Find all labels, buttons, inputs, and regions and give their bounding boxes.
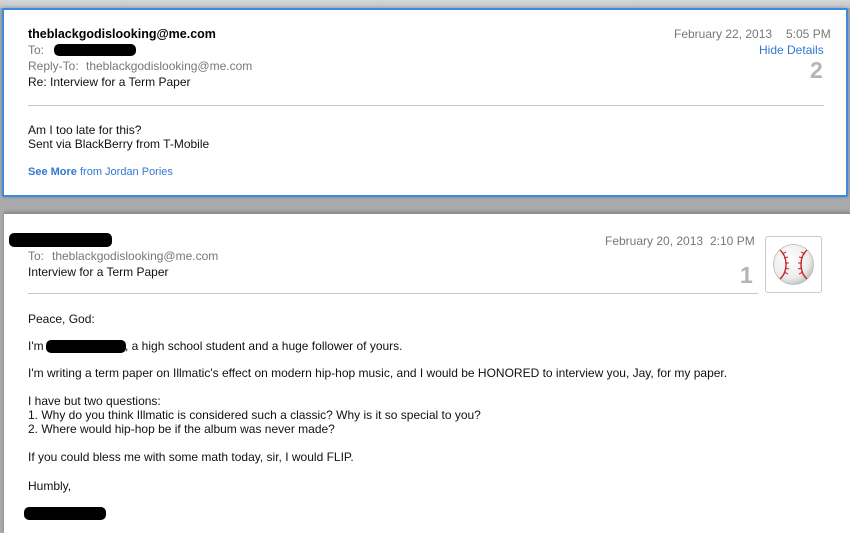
message-number: 1 bbox=[740, 262, 753, 288]
sender-address[interactable]: theblackgodislooking@me.com bbox=[28, 27, 216, 42]
intro-prefix: I'm bbox=[28, 339, 44, 353]
intro-suffix: , a high school student and a huge follo… bbox=[125, 339, 403, 353]
to-label: To: bbox=[28, 249, 45, 263]
redacted-sender bbox=[9, 233, 112, 247]
reply-to-address[interactable]: theblackgodislooking@me.com bbox=[86, 59, 252, 74]
reply-to-label: Reply-To: bbox=[28, 59, 79, 73]
message-card-reply[interactable]: theblackgodislooking@me.com To: Reply-To… bbox=[2, 8, 848, 197]
message-subject: Re: Interview for a Term Paper bbox=[28, 75, 191, 89]
header-divider bbox=[28, 293, 758, 294]
see-more-source[interactable]: from Jordan Pories bbox=[80, 166, 173, 178]
message-date: February 22, 2013 bbox=[674, 27, 773, 41]
baseball-icon bbox=[773, 244, 814, 285]
to-label: To: bbox=[28, 43, 45, 57]
message-card-original[interactable]: To: theblackgodislooking@me.com Intervie… bbox=[4, 213, 850, 533]
message-time: 2:10 PM bbox=[710, 234, 755, 248]
paragraph: I'm writing a term paper on Illmatic's e… bbox=[28, 366, 728, 380]
sender-avatar[interactable] bbox=[765, 236, 822, 293]
question-1: 1. Why do you think Illmatic is consider… bbox=[28, 408, 481, 422]
message-date: February 20, 2013 bbox=[605, 234, 704, 248]
see-more-label[interactable]: See More bbox=[28, 166, 77, 178]
question-2: 2. Where would hip-hop be if the album w… bbox=[28, 422, 335, 436]
body-line: Am I too late for this? bbox=[28, 123, 142, 137]
message-number: 2 bbox=[810, 57, 823, 83]
window-top-strip bbox=[0, 0, 850, 8]
redacted-signature bbox=[24, 507, 106, 520]
message-time: 5:05 PM bbox=[786, 27, 831, 41]
recipient-address[interactable]: theblackgodislooking@me.com bbox=[52, 249, 218, 264]
sign-off: Humbly, bbox=[28, 479, 72, 493]
body-line: Sent via BlackBerry from T-Mobile bbox=[28, 137, 210, 151]
hide-details-link[interactable]: Hide Details bbox=[759, 43, 824, 58]
questions-intro: I have but two questions: bbox=[28, 394, 161, 408]
greeting: Peace, God: bbox=[28, 312, 95, 326]
see-more-link[interactable]: See More from Jordan Pories bbox=[28, 165, 173, 180]
closing-line: If you could bless me with some math tod… bbox=[28, 450, 354, 464]
redacted-recipient bbox=[54, 44, 136, 56]
redacted-name bbox=[46, 340, 126, 353]
message-subject: Interview for a Term Paper bbox=[28, 265, 169, 279]
header-divider bbox=[28, 105, 824, 106]
